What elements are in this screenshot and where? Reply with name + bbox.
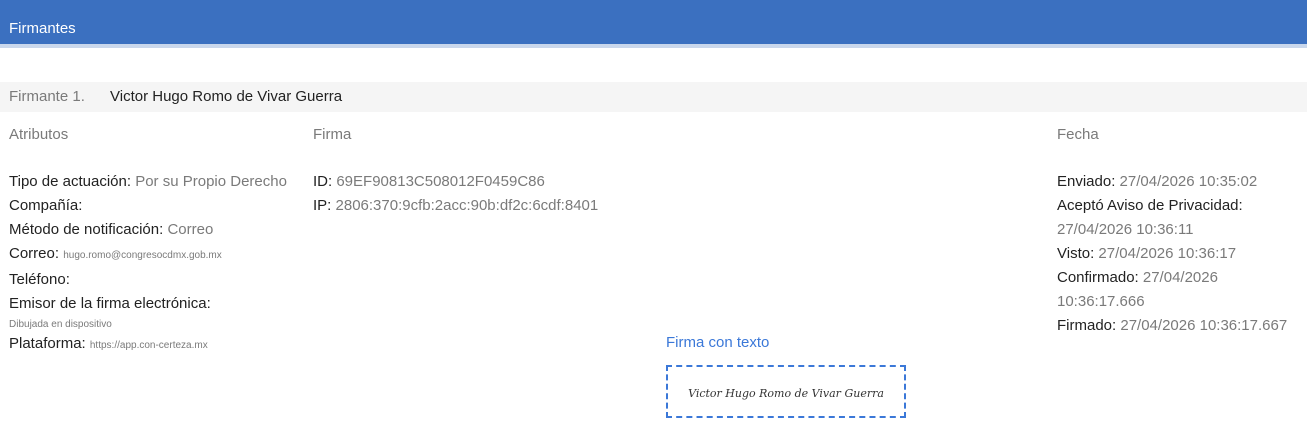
emisor-row: Emisor de la firma electrónica: xyxy=(9,292,294,316)
metodo-notificacion-value: Correo xyxy=(167,221,214,238)
firmado-value: 27/04/2026 10:36:17.667 xyxy=(1120,317,1288,334)
confirmado-label: Confirmado: xyxy=(1057,269,1139,286)
compania-label: Compañía: xyxy=(9,197,83,214)
signer-name: Victor Hugo Romo de Vivar Guerra xyxy=(110,88,343,105)
confirmado-row: Confirmado: 27/04/2026 10:36:17.666 xyxy=(1057,266,1307,314)
signature-text: Victor Hugo Romo de Vivar Guerra xyxy=(688,387,884,400)
tipo-actuacion-value: Por su Propio Derecho xyxy=(135,173,287,190)
telefono-label: Teléfono: xyxy=(9,271,70,288)
firmado-label: Firmado: xyxy=(1057,317,1117,334)
acepto-aviso-row: Aceptó Aviso de Privacidad: 27/04/2026 1… xyxy=(1057,194,1307,242)
ip-value: 2806:370:9cfb:2acc:90b:df2c:6cdf:8401 xyxy=(335,197,599,214)
section-title: Firmantes xyxy=(9,20,76,37)
column-header-atributos: Atributos xyxy=(9,126,69,143)
section-header-bar: Firmantes xyxy=(0,0,1307,48)
correo-row: Correo: hugo.romo@congresocdmx.gob.mx xyxy=(9,242,294,268)
ip-label: IP: xyxy=(313,197,332,214)
atributos-column: Tipo de actuación: Por su Propio Derecho… xyxy=(9,170,294,358)
id-label: ID: xyxy=(313,173,333,190)
signer-number: Firmante 1. xyxy=(9,88,85,105)
visto-value: 27/04/2026 10:36:17 xyxy=(1098,245,1237,262)
tipo-actuacion-label: Tipo de actuación: xyxy=(9,173,132,190)
firma-column: ID: 69EF90813C508012F0459C86 IP: 2806:37… xyxy=(313,170,813,218)
visto-label: Visto: xyxy=(1057,245,1095,262)
metodo-notificacion-row: Método de notificación: Correo xyxy=(9,218,294,242)
metodo-notificacion-label: Método de notificación: xyxy=(9,221,164,238)
tipo-actuacion-row: Tipo de actuación: Por su Propio Derecho xyxy=(9,170,294,194)
compania-row: Compañía: xyxy=(9,194,294,218)
column-header-fecha: Fecha xyxy=(1057,126,1099,143)
plataforma-value: https://app.con-certeza.mx xyxy=(89,340,208,351)
enviado-value: 27/04/2026 10:35:02 xyxy=(1119,173,1258,190)
emisor-value: Dibujada en dispositivo xyxy=(9,319,112,330)
section-header: Firmantes xyxy=(0,0,1307,62)
enviado-row: Enviado: 27/04/2026 10:35:02 xyxy=(1057,170,1307,194)
emisor-value-row: Dibujada en dispositivo xyxy=(9,316,294,332)
emisor-label: Emisor de la firma electrónica: xyxy=(9,295,211,312)
signature-type-label: Firma con texto xyxy=(666,334,770,351)
telefono-row: Teléfono: xyxy=(9,268,294,292)
signer-row: Firmante 1. Victor Hugo Romo de Vivar Gu… xyxy=(0,82,1307,112)
fecha-column: Enviado: 27/04/2026 10:35:02 Aceptó Avis… xyxy=(1057,170,1307,338)
signature-image: Victor Hugo Romo de Vivar Guerra xyxy=(688,387,884,400)
correo-value: hugo.romo@congresocdmx.gob.mx xyxy=(63,250,222,261)
ip-row: IP: 2806:370:9cfb:2acc:90b:df2c:6cdf:840… xyxy=(313,194,813,218)
correo-label: Correo: xyxy=(9,245,60,262)
visto-row: Visto: 27/04/2026 10:36:17 xyxy=(1057,242,1307,266)
firmado-row: Firmado: 27/04/2026 10:36:17.667 xyxy=(1057,314,1307,338)
plataforma-row: Plataforma: https://app.con-certeza.mx xyxy=(9,332,294,358)
signature-box: Victor Hugo Romo de Vivar Guerra xyxy=(666,365,906,418)
id-value: 69EF90813C508012F0459C86 xyxy=(336,173,545,190)
acepto-aviso-label: Aceptó Aviso de Privacidad: xyxy=(1057,197,1243,214)
enviado-label: Enviado: xyxy=(1057,173,1116,190)
column-header-firma: Firma xyxy=(313,126,352,143)
id-row: ID: 69EF90813C508012F0459C86 xyxy=(313,170,813,194)
plataforma-label: Plataforma: xyxy=(9,335,86,352)
acepto-aviso-value: 27/04/2026 10:36:11 xyxy=(1057,221,1194,238)
